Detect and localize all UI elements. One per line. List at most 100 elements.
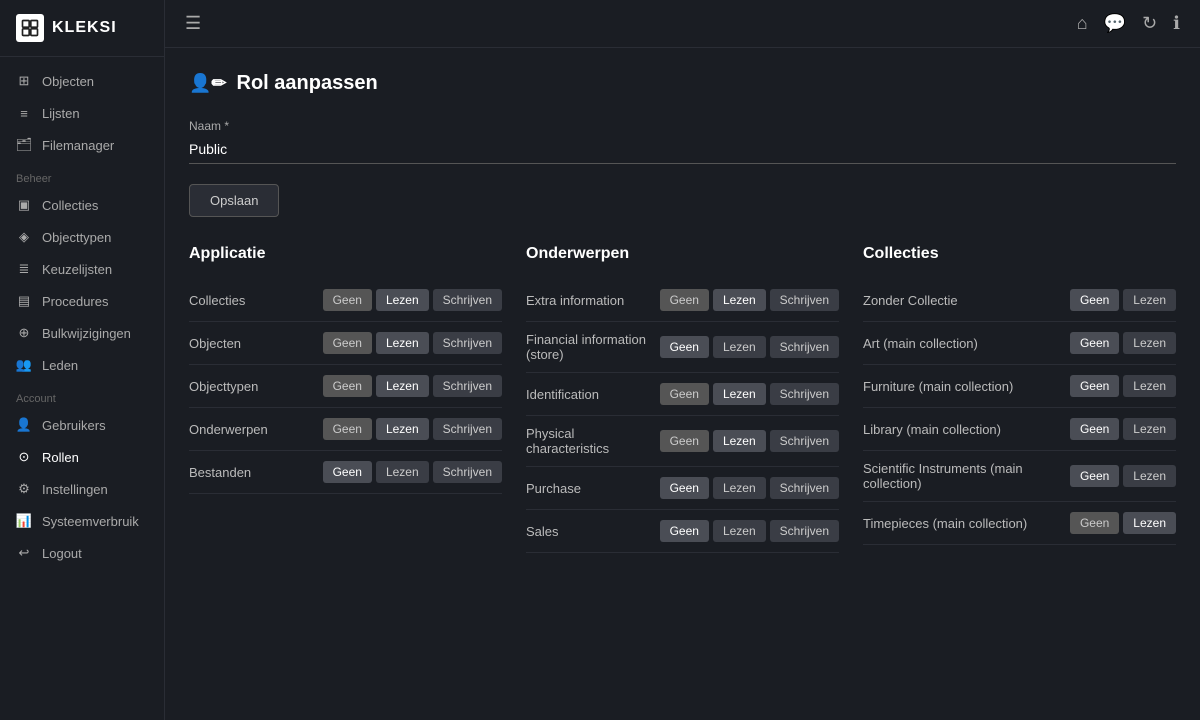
topbar-left: ☰ xyxy=(185,13,201,34)
perm-label: Library (main collection) xyxy=(863,422,1070,437)
sidebar-item-label: Systeemverbruik xyxy=(42,514,139,529)
sidebar-item-bulkwijzigingen[interactable]: ⊕ Bulkwijzigingen xyxy=(0,317,164,349)
perm-row: Collecties Geen Lezen Schrijven xyxy=(189,279,502,322)
geen-btn[interactable]: Geen xyxy=(660,477,709,499)
refresh-icon[interactable]: ↻ xyxy=(1142,13,1157,34)
perm-label: Scientific Instruments (main collection) xyxy=(863,461,1070,491)
geen-btn[interactable]: Geen xyxy=(323,461,372,483)
geen-btn[interactable]: Geen xyxy=(323,332,372,354)
geen-btn[interactable]: Geen xyxy=(660,430,709,452)
lezen-btn[interactable]: Lezen xyxy=(1123,332,1176,354)
sidebar-item-objecten[interactable]: ⊞ Objecten xyxy=(0,65,164,97)
schrijven-btn[interactable]: Schrijven xyxy=(433,289,502,311)
sidebar-item-label: Logout xyxy=(42,546,82,561)
sidebar-item-collecties[interactable]: ▣ Collecties xyxy=(0,189,164,221)
schrijven-btn[interactable]: Schrijven xyxy=(433,332,502,354)
perm-row: Timepieces (main collection) Geen Lezen xyxy=(863,502,1176,545)
perm-buttons: Geen Lezen xyxy=(1070,465,1176,487)
sidebar-item-label: Leden xyxy=(42,358,78,373)
sidebar-item-lijsten[interactable]: ≡ Lijsten xyxy=(0,97,164,129)
perm-row: Onderwerpen Geen Lezen Schrijven xyxy=(189,408,502,451)
perm-buttons: Geen Lezen Schrijven xyxy=(323,461,502,483)
lezen-btn[interactable]: Lezen xyxy=(713,336,766,358)
lezen-btn[interactable]: Lezen xyxy=(713,520,766,542)
naam-input[interactable] xyxy=(189,137,1176,164)
sidebar-item-filemanager[interactable]: 🗂 Filemanager xyxy=(0,129,164,161)
sidebar-item-objecttypen[interactable]: ◈ Objecttypen xyxy=(0,221,164,253)
hamburger-icon[interactable]: ☰ xyxy=(185,13,201,34)
lezen-btn[interactable]: Lezen xyxy=(713,383,766,405)
sidebar-item-procedures[interactable]: ▤ Procedures xyxy=(0,285,164,317)
schrijven-btn[interactable]: Schrijven xyxy=(433,461,502,483)
lezen-btn[interactable]: Lezen xyxy=(376,289,429,311)
geen-btn[interactable]: Geen xyxy=(660,520,709,542)
schrijven-btn[interactable]: Schrijven xyxy=(770,477,839,499)
sidebar-item-label: Keuzelijsten xyxy=(42,262,112,277)
settings-icon: ⚙ xyxy=(16,481,32,497)
collecties-title: Collecties xyxy=(863,245,1176,263)
geen-btn[interactable]: Geen xyxy=(323,289,372,311)
perm-row: Identification Geen Lezen Schrijven xyxy=(526,373,839,416)
lezen-btn[interactable]: Lezen xyxy=(1123,465,1176,487)
opslaan-button[interactable]: Opslaan xyxy=(189,184,279,217)
lezen-btn[interactable]: Lezen xyxy=(713,289,766,311)
sidebar-item-label: Objecttypen xyxy=(42,230,111,245)
lezen-btn[interactable]: Lezen xyxy=(713,477,766,499)
lezen-btn[interactable]: Lezen xyxy=(376,332,429,354)
schrijven-btn[interactable]: Schrijven xyxy=(770,336,839,358)
lezen-btn[interactable]: Lezen xyxy=(376,418,429,440)
info-icon[interactable]: ℹ xyxy=(1173,13,1180,34)
geen-btn[interactable]: Geen xyxy=(660,289,709,311)
lezen-btn[interactable]: Lezen xyxy=(1123,418,1176,440)
sidebar-item-systeemverbruik[interactable]: 📊 Systeemverbruik xyxy=(0,505,164,537)
sidebar-item-keuzelijsten[interactable]: ≣ Keuzelijsten xyxy=(0,253,164,285)
lezen-btn[interactable]: Lezen xyxy=(1123,375,1176,397)
list2-icon: ≣ xyxy=(16,261,32,277)
lezen-btn[interactable]: Lezen xyxy=(1123,512,1176,534)
geen-btn[interactable]: Geen xyxy=(1070,332,1119,354)
logo-text: KLEKSI xyxy=(52,19,117,37)
sidebar-item-leden[interactable]: 👥 Leden xyxy=(0,349,164,381)
grid-icon: ⊞ xyxy=(16,73,32,89)
home-icon[interactable]: ⌂ xyxy=(1077,13,1088,34)
objecttype-icon: ◈ xyxy=(16,229,32,245)
collecties-section: Collecties Zonder Collectie Geen Lezen A… xyxy=(863,245,1176,553)
geen-btn[interactable]: Geen xyxy=(1070,289,1119,311)
geen-btn[interactable]: Geen xyxy=(323,375,372,397)
sidebar-item-rollen[interactable]: ⊙ Rollen xyxy=(0,441,164,473)
lezen-btn[interactable]: Lezen xyxy=(376,461,429,483)
page-title-text: Rol aanpassen xyxy=(237,72,378,95)
sidebar-item-instellingen[interactable]: ⚙ Instellingen xyxy=(0,473,164,505)
procedures-icon: ▤ xyxy=(16,293,32,309)
schrijven-btn[interactable]: Schrijven xyxy=(433,375,502,397)
sidebar-item-label: Procedures xyxy=(42,294,108,309)
sidebar-item-label: Instellingen xyxy=(42,482,108,497)
perm-label: Collecties xyxy=(189,293,323,308)
lezen-btn[interactable]: Lezen xyxy=(1123,289,1176,311)
perm-label: Objecten xyxy=(189,336,323,351)
lezen-btn[interactable]: Lezen xyxy=(713,430,766,452)
onderwerpen-section: Onderwerpen Extra information Geen Lezen… xyxy=(526,245,839,553)
sidebar-item-label: Rollen xyxy=(42,450,79,465)
schrijven-btn[interactable]: Schrijven xyxy=(770,289,839,311)
sidebar-item-label: Filemanager xyxy=(42,138,114,153)
schrijven-btn[interactable]: Schrijven xyxy=(770,520,839,542)
geen-btn[interactable]: Geen xyxy=(660,336,709,358)
geen-btn[interactable]: Geen xyxy=(1070,512,1119,534)
geen-btn[interactable]: Geen xyxy=(1070,465,1119,487)
geen-btn[interactable]: Geen xyxy=(323,418,372,440)
geen-btn[interactable]: Geen xyxy=(1070,375,1119,397)
geen-btn[interactable]: Geen xyxy=(1070,418,1119,440)
schrijven-btn[interactable]: Schrijven xyxy=(770,430,839,452)
schrijven-btn[interactable]: Schrijven xyxy=(433,418,502,440)
applicatie-section: Applicatie Collecties Geen Lezen Schrijv… xyxy=(189,245,502,553)
sidebar-item-logout[interactable]: ↩ Logout xyxy=(0,537,164,569)
perm-buttons: Geen Lezen Schrijven xyxy=(660,430,839,452)
sidebar-item-label: Objecten xyxy=(42,74,94,89)
perm-label: Purchase xyxy=(526,481,660,496)
chat-icon[interactable]: 💬 xyxy=(1104,13,1126,34)
sidebar-item-gebruikers[interactable]: 👤 Gebruikers xyxy=(0,409,164,441)
lezen-btn[interactable]: Lezen xyxy=(376,375,429,397)
schrijven-btn[interactable]: Schrijven xyxy=(770,383,839,405)
geen-btn[interactable]: Geen xyxy=(660,383,709,405)
